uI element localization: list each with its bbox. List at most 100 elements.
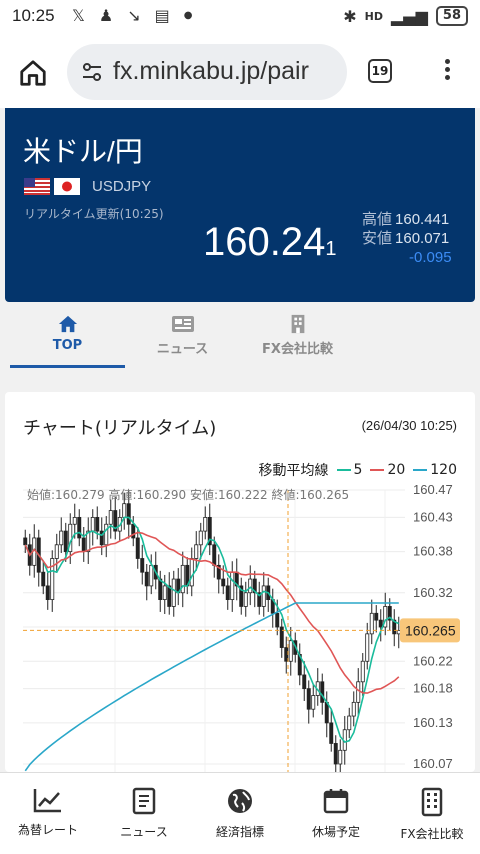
globe-icon xyxy=(228,789,252,813)
candle xyxy=(230,571,235,600)
candle xyxy=(149,564,154,587)
candlestick-chart[interactable]: 160.47160.43160.38160.32160.27160.22160.… xyxy=(5,482,475,772)
chart-legend: 移動平均線 5 20 120 xyxy=(258,462,457,479)
candle xyxy=(351,701,356,717)
candle xyxy=(45,585,50,601)
candle xyxy=(81,537,86,553)
signal-icon: ▂▄▆ xyxy=(390,6,428,26)
chart-card: チャート(リアルタイム) (26/04/30 10:25) 移動平均線 5 20… xyxy=(5,392,475,772)
y-tick-label: 160.38 xyxy=(413,544,453,559)
candle xyxy=(158,578,163,601)
candle xyxy=(95,517,100,532)
candle xyxy=(50,558,55,600)
tab-news[interactable]: ニュース xyxy=(125,312,240,368)
candle xyxy=(261,585,266,607)
candle xyxy=(347,715,352,731)
candle xyxy=(59,530,64,546)
chart-date: (26/04/30 10:25) xyxy=(361,418,457,433)
candle xyxy=(122,503,127,518)
candle xyxy=(378,619,383,628)
browser-toolbar: fx.minkabu.jp/pair 19 xyxy=(0,34,480,108)
chart-title: チャート(リアルタイム) xyxy=(23,418,217,439)
article-icon xyxy=(132,787,156,815)
ma20-line xyxy=(24,531,400,694)
nav-holidays[interactable]: 休場予定 xyxy=(288,787,384,840)
calendar-icon xyxy=(323,789,349,814)
candle xyxy=(396,630,401,635)
more-menu-icon[interactable] xyxy=(440,56,454,86)
legend-ma20: 20 xyxy=(370,462,405,478)
status-bar: 10:25 𝕏 ♟ ↘ ▤ ● ✱ HD ▂▄▆ 58 xyxy=(0,0,480,34)
candle xyxy=(203,517,208,532)
current-price-label: 160.265 xyxy=(405,622,456,638)
update-time: リアルタイム更新(10:25) xyxy=(24,207,164,221)
candle xyxy=(311,695,316,710)
y-tick-label: 160.18 xyxy=(413,681,453,696)
candle xyxy=(194,544,199,559)
change-value: -0.095 xyxy=(409,249,452,266)
candle xyxy=(72,517,77,525)
candle xyxy=(23,537,28,546)
tab-switcher-button[interactable]: 19 xyxy=(368,59,392,83)
pair-title: 米ドル/円 xyxy=(23,136,143,167)
candle xyxy=(221,578,226,587)
candle xyxy=(162,585,167,601)
candle xyxy=(212,544,217,566)
candle xyxy=(333,743,338,765)
y-tick-label: 160.13 xyxy=(413,715,453,730)
candle xyxy=(90,517,95,532)
candle xyxy=(374,612,379,621)
ohlc-readout: 始値:160.279 高値:160.290 安値:160.222 終値:160.… xyxy=(27,488,350,502)
candle xyxy=(189,558,194,587)
candle xyxy=(63,530,68,553)
candle xyxy=(356,681,361,703)
y-tick-label: 160.22 xyxy=(413,653,453,668)
home-icon xyxy=(58,315,77,333)
home-icon[interactable] xyxy=(18,58,48,88)
candle xyxy=(126,503,131,525)
candle xyxy=(198,530,203,546)
pair-header: 米ドル/円 USDJPY リアルタイム更新(10:25) 160.241 高値 1… xyxy=(5,108,475,302)
candle xyxy=(360,660,365,683)
tab-top[interactable]: TOP xyxy=(10,312,125,368)
japan-flag-icon xyxy=(54,178,80,195)
x-app-icon: 𝕏 xyxy=(72,6,85,25)
candle xyxy=(243,592,248,607)
candle xyxy=(167,585,172,607)
y-tick-label: 160.47 xyxy=(413,482,453,497)
nav-news[interactable]: ニュース xyxy=(96,787,192,840)
y-tick-label: 160.07 xyxy=(413,756,453,771)
candle xyxy=(284,647,289,662)
us-flag-icon xyxy=(24,178,50,195)
candle xyxy=(324,701,329,724)
candle xyxy=(144,571,149,587)
building-icon xyxy=(291,314,304,334)
low-value: 160.071 xyxy=(395,230,450,247)
high-low-box: 高値 160.441 安値 160.071 -0.095 xyxy=(362,210,452,266)
bluetooth-icon: ✱ xyxy=(343,6,357,26)
url-text[interactable]: fx.minkabu.jp/pair xyxy=(113,57,341,86)
candle xyxy=(288,640,293,662)
high-value: 160.441 xyxy=(395,211,450,228)
candle xyxy=(248,578,253,594)
current-price: 160.241 xyxy=(203,220,337,264)
candle xyxy=(77,517,82,539)
ma120-line xyxy=(24,602,399,772)
nav-rates[interactable]: 為替レート xyxy=(0,787,96,838)
candle xyxy=(302,674,307,690)
calendar-notification-icon: ▤ xyxy=(154,6,170,25)
section-tabs: TOP ニュース FX会社比較 xyxy=(10,312,470,368)
candle xyxy=(369,612,374,635)
candle xyxy=(104,523,109,546)
candle xyxy=(320,681,325,703)
missed-call-icon: ↘ xyxy=(127,6,141,25)
tab-fx-compare[interactable]: FX会社比較 xyxy=(240,312,355,368)
candle xyxy=(54,544,59,559)
office-icon xyxy=(421,787,443,817)
address-bar[interactable]: fx.minkabu.jp/pair xyxy=(67,44,347,100)
site-settings-icon[interactable] xyxy=(81,63,103,81)
nav-indicators[interactable]: 経済指標 xyxy=(192,787,288,840)
pair-code: USDJPY xyxy=(92,178,152,195)
candle xyxy=(365,633,370,662)
nav-fx-compare[interactable]: FX会社比較 xyxy=(384,787,480,842)
